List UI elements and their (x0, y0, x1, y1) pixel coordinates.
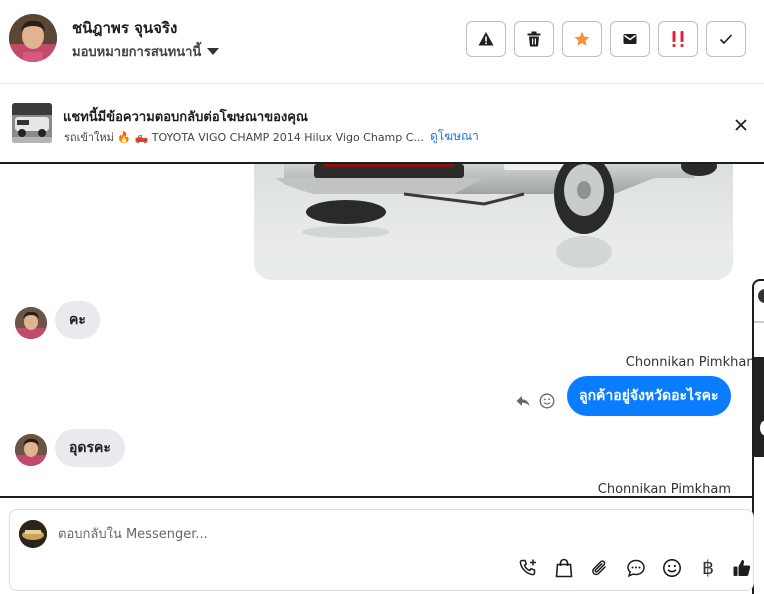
envelope-icon (623, 34, 637, 44)
chevron-down-icon (207, 48, 220, 55)
ad-banner-subtitle-row: รถเข้าใหม่ 🔥 🛻 TOYOTA VIGO CHAMP 2014 Hi… (64, 127, 479, 146)
sender-name: Chonnikan Pimkham (625, 355, 752, 370)
side-panel-avatar (758, 289, 764, 303)
page-avatar (19, 520, 47, 548)
payment-button[interactable]: ฿ (696, 556, 720, 580)
report-button[interactable] (466, 21, 506, 57)
warning-icon (478, 32, 494, 46)
reply-input[interactable] (58, 522, 718, 546)
thread-divider (0, 496, 752, 498)
contact-name[interactable]: ชนิฎาพร จุนจริง (72, 16, 177, 40)
message-thread[interactable]: คะ Chonnikan Pimkham ลูกค้าอยู่จังหวัดอะ… (0, 164, 752, 496)
star-button[interactable] (562, 21, 602, 57)
assign-conversation-dropdown[interactable]: มอบหมายการสนทนานี้ (72, 41, 220, 62)
shared-car-image[interactable] (254, 164, 733, 280)
shop-button[interactable] (552, 556, 576, 580)
baht-icon: ฿ (701, 557, 715, 579)
trash-icon (527, 31, 541, 47)
call-plus-button[interactable] (516, 556, 540, 580)
side-panel-divider (754, 321, 764, 323)
shopping-bag-icon (555, 558, 573, 578)
ad-reply-banner: แชทนี้มีข้อความตอบกลับต่อโฆษณาของคุณ รถเ… (0, 84, 764, 164)
close-icon[interactable] (733, 117, 749, 133)
mark-unread-button[interactable] (610, 21, 650, 57)
incoming-message[interactable]: อุดรคะ (55, 429, 125, 467)
contact-avatar-small[interactable] (15, 307, 47, 339)
ad-banner-title: แชทนี้มีข้อความตอบกลับต่อโฆษณาของคุณ (63, 110, 308, 125)
star-icon (574, 31, 590, 46)
call-plus-icon (519, 559, 536, 576)
thumbs-up-icon (733, 560, 751, 576)
message-composer: ฿ (9, 509, 754, 591)
mark-done-button[interactable] (706, 21, 746, 57)
reply-icon[interactable] (515, 393, 531, 409)
contact-avatar[interactable] (9, 14, 57, 62)
view-ad-link[interactable]: ดูโฆษณา (430, 127, 479, 146)
side-panel-media (754, 357, 764, 457)
conversation-header: ชนิฎาพร จุนจริง มอบหมายการสนทนานี้ (0, 0, 764, 84)
check-icon (719, 34, 733, 45)
ad-thumbnail[interactable] (12, 103, 52, 143)
attach-button[interactable] (588, 556, 612, 580)
react-smiley-icon[interactable] (539, 393, 555, 409)
incoming-message[interactable]: คะ (55, 301, 100, 339)
outgoing-message[interactable]: ลูกค้าอยู่จังหวัดอะไรคะ (567, 376, 731, 416)
ad-banner-subtitle: รถเข้าใหม่ 🔥 🛻 TOYOTA VIGO CHAMP 2014 Hi… (64, 130, 424, 144)
mark-spam-button[interactable] (658, 21, 698, 57)
sender-name: Chonnikan Pimkham (597, 482, 731, 496)
paperclip-icon (592, 560, 606, 576)
delete-button[interactable] (514, 21, 554, 57)
like-button[interactable] (730, 556, 754, 580)
spam-icon (672, 31, 684, 47)
contact-avatar-small[interactable] (15, 434, 47, 466)
saved-replies-button[interactable] (624, 556, 648, 580)
assign-label: มอบหมายการสนทนานี้ (72, 45, 202, 60)
chat-bubble-icon (627, 559, 645, 578)
smiley-icon (663, 559, 681, 577)
emoji-button[interactable] (660, 556, 684, 580)
side-panel-indicator (760, 421, 764, 435)
